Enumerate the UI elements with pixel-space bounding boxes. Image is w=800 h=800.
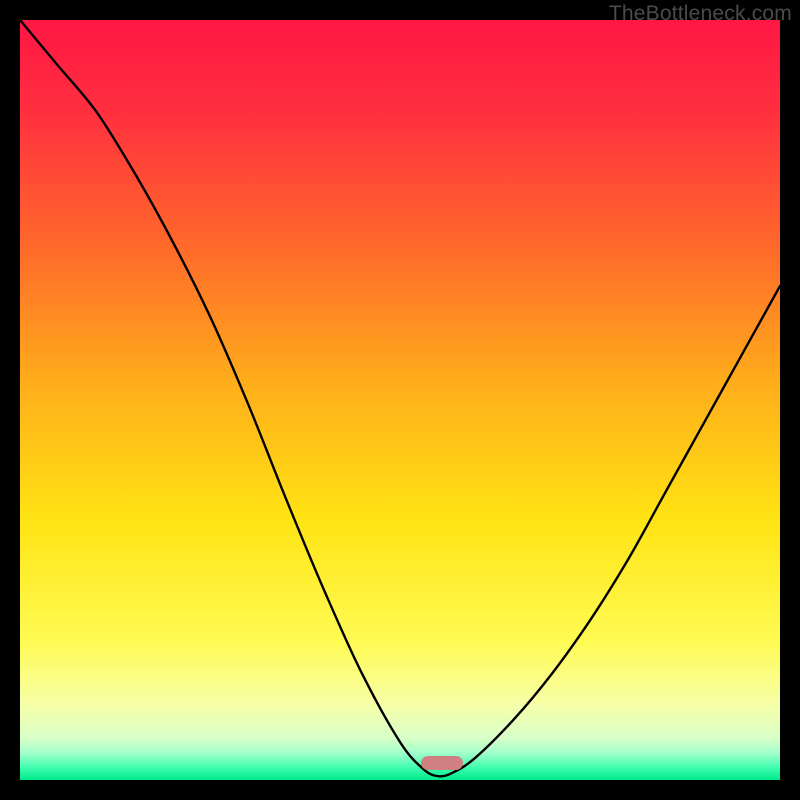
watermark-text: TheBottleneck.com [609,2,792,26]
plot-area [20,20,780,780]
chart-frame: TheBottleneck.com [0,0,800,800]
optimal-marker [421,756,463,770]
bottleneck-curve [20,20,780,780]
